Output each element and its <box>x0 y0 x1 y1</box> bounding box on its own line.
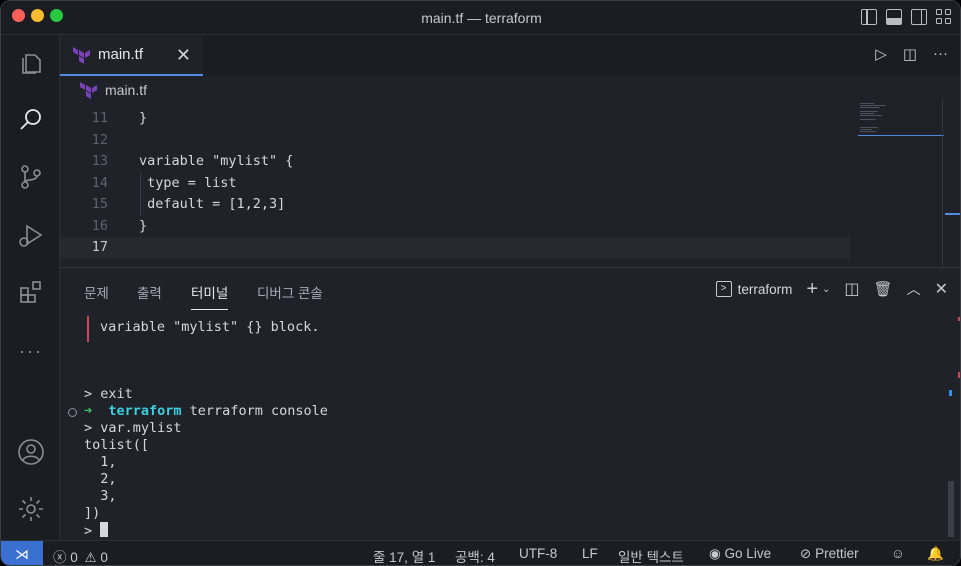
close-panel-icon[interactable]: ✕ <box>935 279 948 299</box>
editor-scrollbar[interactable] <box>942 99 943 267</box>
tab-main-tf[interactable]: main.tf ✕ <box>60 35 203 76</box>
search-icon[interactable] <box>15 104 47 136</box>
error-icon: ⓧ <box>53 550 67 565</box>
code-line: 14 type = list <box>91 174 237 191</box>
code-line: 11 } <box>91 110 148 126</box>
broadcast-icon: ◉ <box>709 546 721 561</box>
prettier-icon: ⊘ <box>800 546 812 561</box>
settings-gear-icon[interactable] <box>15 493 47 525</box>
scroll-position-marker <box>945 213 960 215</box>
source-control-icon[interactable] <box>15 161 47 193</box>
terminal-prompt-line: ➜ terraform terraform console <box>84 403 328 419</box>
new-terminal-icon[interactable]: + <box>806 279 818 299</box>
encoding[interactable]: UTF-8 <box>519 546 557 561</box>
language-mode[interactable]: 일반 텍스트 <box>618 546 684 565</box>
terminal-cursor <box>100 522 109 537</box>
prompt-arrow-icon: ➜ <box>84 403 109 419</box>
code-editor[interactable]: 11 } 12 13 variable "mylist" { 14 type =… <box>60 104 850 266</box>
terminal-line: variable "mylist" {} block. <box>100 319 320 335</box>
status-bar: ⋊ ⓧ 0 ⚠ 0 줄 17, 열 1 공백: 4 UTF-8 LF 일반 텍스… <box>1 540 960 565</box>
go-live-button[interactable]: ◉ Go Live <box>709 546 771 562</box>
toggle-panel-icon[interactable] <box>886 9 902 25</box>
terminal-line: ]) <box>84 505 101 521</box>
split-editor-icon[interactable]: ◫ <box>903 45 917 63</box>
run-debug-icon[interactable] <box>15 219 47 251</box>
tab-debug-console[interactable]: 디버그 콘솔 <box>257 282 323 302</box>
terminal-line: tolist([ <box>84 437 150 453</box>
customize-layout-icon[interactable] <box>936 9 952 25</box>
terminal-line: 1, <box>84 454 117 470</box>
split-terminal-icon[interactable]: ◫ <box>844 279 859 299</box>
code-line: 13 variable "mylist" { <box>91 153 294 169</box>
more-actions-icon[interactable]: ··· <box>933 45 948 63</box>
indentation[interactable]: 공백: 4 <box>455 546 495 565</box>
tab-terminal[interactable]: 터미널 <box>191 282 229 310</box>
code-line-current: 17 <box>60 237 850 259</box>
bottom-panel: 문제 출력 터미널 디버그 콘솔 > terraform + ⌄ ◫ 🗑 ︿ ✕… <box>60 267 960 540</box>
overview-marker <box>949 390 952 396</box>
vscode-window: main.tf — terraform ··· main.tf ✕ ▷ ◫ ··… <box>0 0 961 566</box>
breadcrumb-file: main.tf <box>105 82 148 98</box>
editor-tabs: main.tf ✕ ▷ ◫ ··· <box>60 35 960 76</box>
terminal-selector[interactable]: > terraform <box>715 281 792 297</box>
tab-output[interactable]: 출력 <box>137 282 162 302</box>
code-line: 16 } <box>91 217 148 234</box>
terminal-line: 2, <box>84 471 117 487</box>
terminal-line: > var.mylist <box>84 420 182 436</box>
problems-indicator[interactable]: ⓧ 0 ⚠ 0 <box>53 546 108 565</box>
notifications-bell-icon[interactable]: 🔔 <box>927 546 944 562</box>
terminal-output[interactable]: variable "mylist" {} block. > exit ➜ ter… <box>68 316 944 539</box>
feedback-icon[interactable]: ☺ <box>891 546 905 561</box>
extensions-icon[interactable] <box>15 276 47 308</box>
breadcrumb[interactable]: main.tf <box>60 76 960 104</box>
terminal-line: > exit <box>84 386 133 402</box>
trash-icon[interactable]: 🗑 <box>874 280 893 298</box>
remote-indicator-icon[interactable]: ⋊ <box>1 541 43 565</box>
code-line: 15 default = [1,2,3] <box>91 196 286 212</box>
title-bar: main.tf — terraform <box>1 1 960 35</box>
cursor-position[interactable]: 줄 17, 열 1 <box>373 546 435 565</box>
terraform-icon <box>80 82 97 99</box>
code-line: 12 <box>91 131 108 148</box>
explorer-icon[interactable] <box>15 47 47 79</box>
terraform-icon <box>73 46 90 64</box>
minimap[interactable] <box>856 99 944 267</box>
end-of-line[interactable]: LF <box>582 546 598 561</box>
activity-bar: ··· <box>1 35 60 540</box>
accounts-icon[interactable] <box>15 436 47 468</box>
prettier-button[interactable]: ⊘ Prettier <box>800 546 859 562</box>
toggle-secondary-sidebar-icon[interactable] <box>911 9 927 25</box>
terminal-scrollbar[interactable] <box>948 481 954 537</box>
maximize-panel-icon[interactable]: ︿ <box>907 279 921 299</box>
command-status-icon <box>68 408 77 417</box>
tab-close-icon[interactable]: ✕ <box>176 45 191 66</box>
warning-icon: ⚠ <box>84 550 97 565</box>
terminal-line: 3, <box>84 488 117 504</box>
run-icon[interactable]: ▷ <box>875 45 887 63</box>
tab-problems[interactable]: 문제 <box>84 282 109 302</box>
terminal-input-line[interactable]: > <box>84 522 109 540</box>
window-title: main.tf — terraform <box>421 10 542 26</box>
error-marker <box>87 316 89 342</box>
chevron-down-icon[interactable]: ⌄ <box>822 284 830 295</box>
terminal-icon: > <box>715 281 732 297</box>
more-icon[interactable]: ··· <box>15 335 47 367</box>
toggle-sidebar-icon[interactable] <box>861 9 877 25</box>
tab-label: main.tf <box>98 46 144 63</box>
